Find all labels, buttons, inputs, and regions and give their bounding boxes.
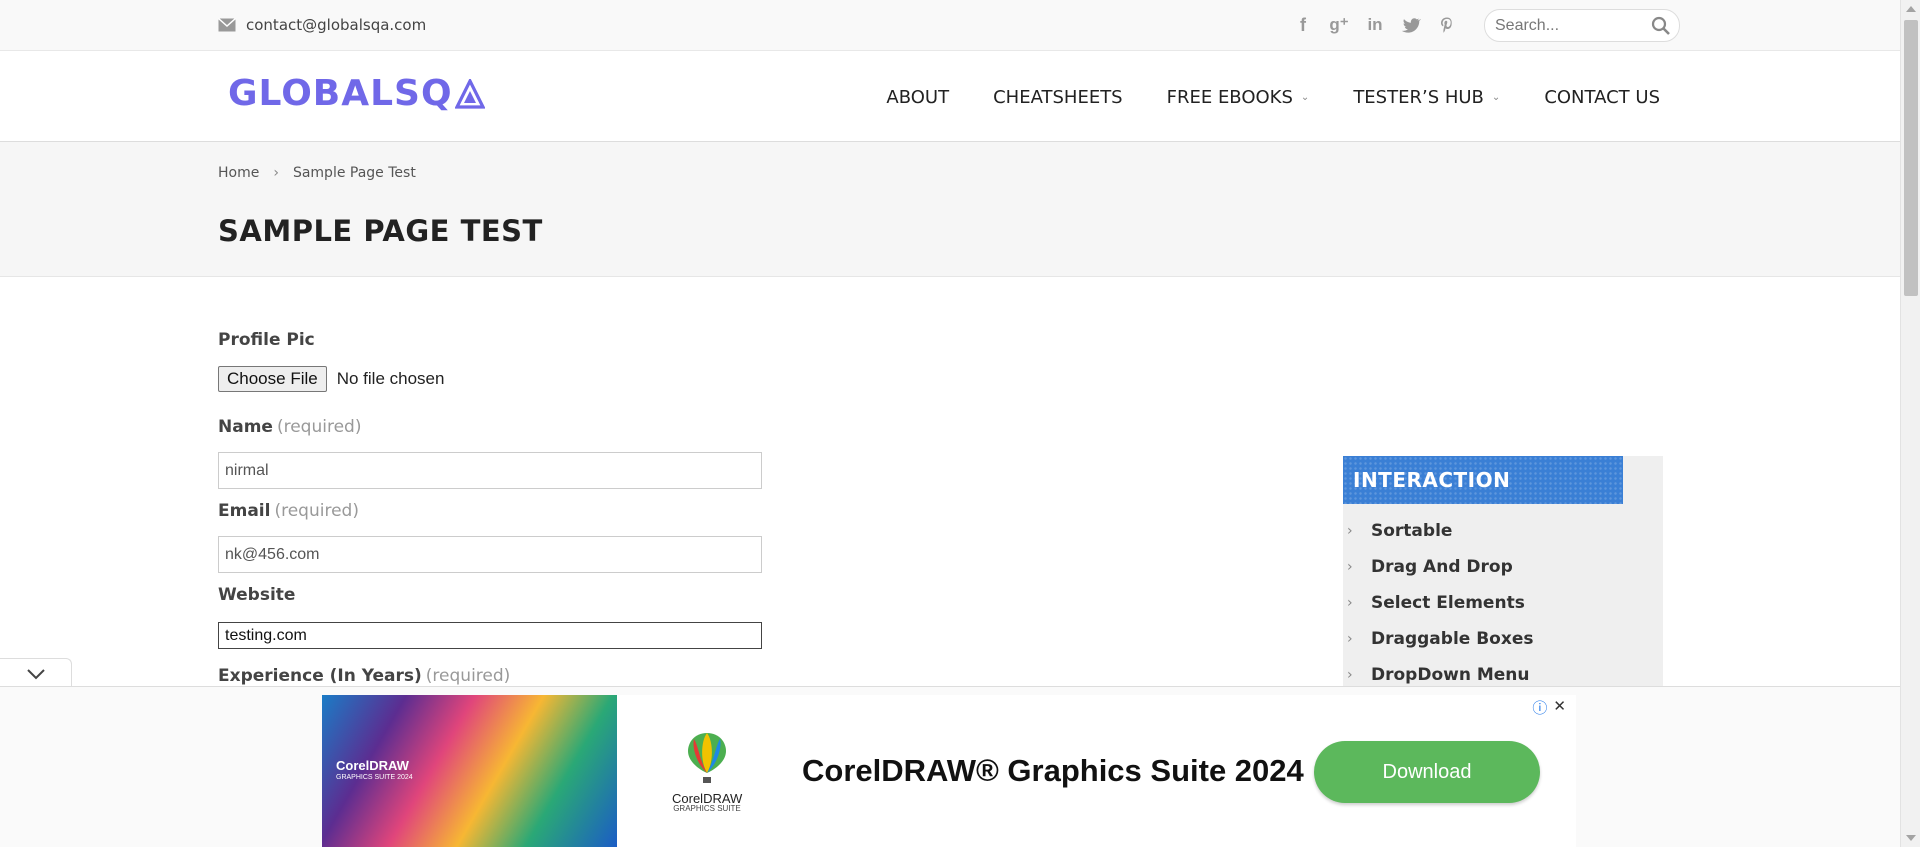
name-label: Name (required) [218,417,361,437]
website-field[interactable]: testing.com [218,622,762,649]
nav-testers-hub[interactable]: TESTER’S HUB ⌄ [1353,87,1500,108]
breadcrumb: Home › Sample Page Test [218,165,416,181]
sidebar-item-draggable-boxes[interactable]: › Draggable Boxes [1343,624,1533,654]
ad-image-brand-text: CorelDRAW [336,758,409,773]
linkedin-icon[interactable]: in [1364,14,1386,36]
nav-testers-hub-label: TESTER’S HUB [1353,87,1484,108]
sidebar-heading: INTERACTION [1353,468,1511,492]
nav-free-ebooks-label: FREE EBOOKS [1166,87,1293,108]
breadcrumb-home[interactable]: Home [218,165,259,181]
sidebar-item-label: Drag And Drop [1371,557,1513,577]
nav-cheatsheets[interactable]: CHEATSHEETS [993,87,1123,108]
website-label: Website [218,585,295,605]
choose-file-button[interactable]: Choose File [218,366,327,392]
contact-email[interactable]: contact@globalsqa.com [218,16,426,34]
main-nav: ABOUT CHEATSHEETS FREE EBOOKS ⌄ TESTER’S … [886,87,1660,108]
chevron-down-icon: ⌄ [1300,92,1310,103]
chevron-down-icon [26,668,45,679]
experience-label: Experience (In Years) (required) [218,666,510,686]
page-title: SAMPLE PAGE TEST [218,214,543,248]
social-links: f g⁺ in [1292,14,1458,36]
name-required: (required) [276,417,362,437]
search-icon[interactable] [1651,16,1671,36]
top-bar: contact@globalsqa.com f g⁺ in [0,0,1900,51]
chevron-right-icon: › [1347,595,1353,611]
ad-logo-text: CorelDRAW GRAPHICS SUITE [672,792,742,813]
sidebar-item-drag-and-drop[interactable]: › Drag And Drop [1343,552,1513,582]
email-label: Email (required) [218,501,359,521]
profile-pic-label: Profile Pic [218,330,315,350]
ad-logo: CorelDRAW GRAPHICS SUITE [672,731,742,813]
sidebar-item-sortable[interactable]: › Sortable [1343,516,1452,546]
facebook-icon[interactable]: f [1292,14,1314,36]
sidebar-item-label: Sortable [1371,521,1453,541]
no-file-text: No file chosen [336,369,445,388]
experience-required: (required) [425,666,511,686]
ad-download-button[interactable]: Download [1314,741,1540,803]
sidebar-item-select-elements[interactable]: › Select Elements [1343,588,1525,618]
page-scrollbar[interactable] [1900,0,1920,847]
email-field[interactable]: nk@456.com [218,536,762,573]
ad-image-brand: CorelDRAW GRAPHICS SUITE 2024 [336,759,413,781]
nav-about-label: ABOUT [886,87,950,108]
logo-triangle-icon [454,78,485,109]
sidebar-heading-box: INTERACTION [1343,456,1623,504]
breadcrumb-current: Sample Page Test [292,165,416,181]
site-header: GLOBALSQ ABOUT CHEATSHEETS FREE EBOOKS ⌄ … [0,51,1900,142]
ad-collapse-toggle[interactable] [0,658,72,688]
pinterest-icon[interactable] [1436,14,1458,36]
close-icon[interactable]: ✕ [1553,697,1566,718]
chevron-right-icon: › [1347,667,1353,683]
nav-contact-us-label: CONTACT US [1544,87,1660,108]
nav-about[interactable]: ABOUT [886,87,949,108]
breadcrumb-separator: › [273,165,279,181]
file-upload: Choose File No file chosen [218,366,444,392]
name-field[interactable]: nirmal [218,452,762,489]
nav-free-ebooks[interactable]: FREE EBOOKS ⌄ [1167,87,1310,108]
scroll-thumb[interactable] [1904,20,1918,296]
nav-contact-us[interactable]: CONTACT US [1544,87,1660,108]
ad-image-brand-sub: GRAPHICS SUITE 2024 [336,774,413,781]
ad-controls: ⓘ ✕ [1532,697,1566,718]
chevron-right-icon: › [1347,523,1353,539]
envelope-icon [218,18,236,32]
email-required: (required) [274,501,359,521]
google-plus-icon[interactable]: g⁺ [1328,14,1350,36]
profile-pic-label-text: Profile Pic [218,330,315,350]
site-logo[interactable]: GLOBALSQ [228,73,485,114]
email-label-text: Email [218,501,271,521]
experience-label-text: Experience (In Years) [218,666,422,686]
nav-cheatsheets-label: CHEATSHEETS [993,87,1123,108]
scroll-down-arrow-icon[interactable] [1906,835,1916,841]
twitter-icon[interactable] [1400,14,1422,36]
chevron-right-icon: › [1347,631,1353,647]
ad-title: CorelDRAW® Graphics Suite 2024 [802,753,1304,788]
ad-banner[interactable]: CorelDRAW GRAPHICS SUITE 2024 CorelDRAW GR… [322,695,1576,847]
logo-text: GLOBALSQ [228,73,453,114]
chevron-down-icon: ⌄ [1491,92,1501,103]
page-title-band: Home › Sample Page Test SAMPLE PAGE TEST [0,142,1900,277]
balloon-icon [688,733,726,783]
website-label-text: Website [218,585,296,605]
search-box [1484,9,1680,42]
sidebar-item-label: Draggable Boxes [1371,629,1534,649]
contact-email-text: contact@globalsqa.com [246,16,427,34]
info-icon[interactable]: ⓘ [1532,697,1547,718]
sidebar-item-label: DropDown Menu [1371,665,1530,685]
chevron-right-icon: › [1347,559,1353,575]
name-label-text: Name [218,417,273,437]
sidebar-widget: INTERACTION › Sortable › Drag And Drop › Se… [1343,456,1663,696]
search-input[interactable] [1495,17,1645,35]
ad-logo-sub: GRAPHICS SUITE [673,804,741,813]
page: contact@globalsqa.com f g⁺ in GLOBALSQ [0,0,1900,847]
sidebar-item-label: Select Elements [1371,593,1525,613]
ad-artwork-image: CorelDRAW GRAPHICS SUITE 2024 [322,695,617,847]
ad-banner-bar: CorelDRAW GRAPHICS SUITE 2024 CorelDRAW GR… [0,686,1900,847]
scroll-up-arrow-icon[interactable] [1906,6,1916,12]
